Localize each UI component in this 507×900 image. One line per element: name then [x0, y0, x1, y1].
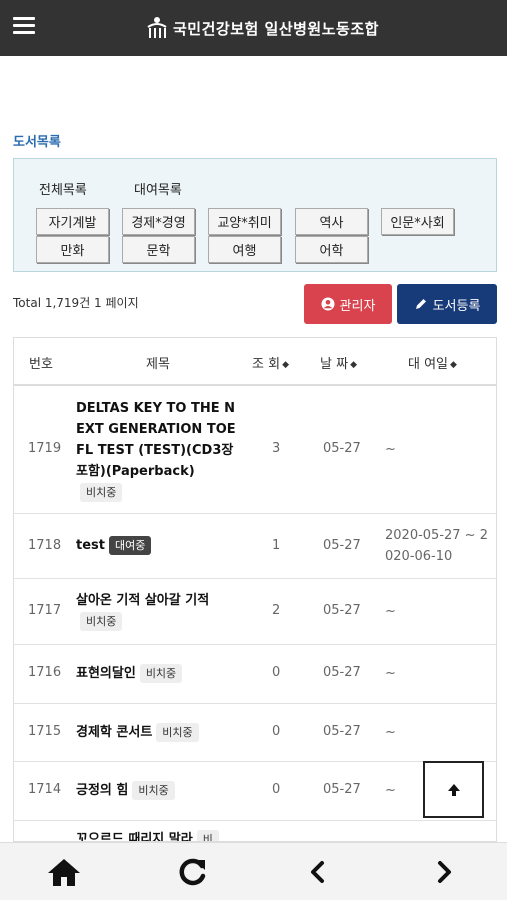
row-views: 2 — [272, 603, 281, 618]
app-header: 국민건강보험 일산병원노동조합 — [0, 0, 507, 56]
category-panel: 전체목록 대여목록 자기계발 경제*경영 교양*취미 역사 인문*사회 만화 문… — [13, 158, 497, 272]
table-row[interactable]: 1716 표현의달인 비치중 0 05-27 ~ — [14, 645, 496, 704]
category-button-humanities-society[interactable]: 인문*사회 — [381, 208, 454, 235]
tab-all-list[interactable]: 전체목록 — [39, 179, 87, 198]
header-title: 제목 — [146, 357, 170, 372]
category-button-language[interactable]: 어학 — [295, 236, 368, 263]
user-circle-icon — [321, 297, 335, 311]
category-button-culture-hobby[interactable]: 교양*취미 — [208, 208, 281, 235]
category-button-literature[interactable]: 문학 — [122, 236, 195, 263]
header-views[interactable]: 조 회 ◆ — [252, 353, 289, 372]
status-badge: 비치중 — [156, 723, 199, 742]
bottom-navigation — [0, 842, 507, 900]
row-loan-date: ~ — [385, 604, 396, 619]
sort-icon: ◆ — [450, 360, 457, 370]
row-date: 05-27 — [323, 538, 361, 553]
table-row[interactable]: 1715 경제학 콘서트 비치중 0 05-27 ~ — [14, 704, 496, 762]
row-views: 0 — [272, 724, 281, 739]
register-button-label: 도서등록 — [432, 298, 481, 314]
status-badge: 비치중 — [80, 612, 123, 631]
row-number: 1715 — [28, 724, 62, 739]
table-header: 번호 제목 조 회 ◆ 날 짜 ◆ 대 여일 ◆ — [14, 338, 496, 386]
refresh-button[interactable] — [172, 855, 212, 889]
book-title-link[interactable]: 경제학 콘서트 비치중 — [76, 722, 236, 743]
header-loan-date[interactable]: 대 여일 ◆ — [408, 353, 457, 372]
book-title-link[interactable]: 표현의달인 비치중 — [76, 663, 236, 684]
row-views: 0 — [272, 782, 281, 797]
header-date[interactable]: 날 짜 ◆ — [320, 353, 357, 372]
home-icon — [48, 859, 80, 886]
forward-icon — [438, 861, 451, 883]
row-date: 05-27 — [323, 782, 361, 797]
table-row[interactable]: 1719 DELTAS KEY TO THE N EXT GENERATION … — [14, 386, 496, 514]
row-views: 0 — [272, 665, 281, 680]
category-button-comics[interactable]: 만화 — [36, 236, 109, 263]
header-loan-label: 대 여일 — [408, 357, 449, 372]
sort-icon: ◆ — [282, 360, 289, 370]
header-date-label: 날 짜 — [320, 357, 349, 372]
book-title: DELTAS KEY TO THE N EXT GENERATION TOE F… — [76, 401, 236, 479]
forward-button[interactable] — [424, 855, 464, 889]
row-date: 05-27 — [323, 603, 361, 618]
table-row[interactable]: 꼬으르드 때리지 말라 비 — [14, 821, 496, 842]
scroll-to-top-button[interactable] — [423, 761, 484, 818]
app-title: 국민건강보험 일산병원노동조합 — [173, 19, 379, 38]
table-row[interactable]: 1717 살아온 기적 살아갈 기적비치중 2 05-27 ~ — [14, 579, 496, 645]
header-number: 번호 — [29, 357, 53, 372]
row-number: 1714 — [28, 782, 62, 797]
union-logo[interactable]: 국민건강보험 일산병원노동조합 — [145, 14, 379, 42]
table-row[interactable]: 1718 test 대여중 1 05-27 2020-05-27 ~ 2020-0… — [14, 514, 496, 579]
category-button-economy-business[interactable]: 경제*경영 — [122, 208, 195, 235]
book-title: test — [76, 538, 105, 553]
row-number: 1718 — [28, 538, 62, 553]
pencil-icon — [415, 299, 426, 309]
row-number: 1716 — [28, 665, 62, 680]
refresh-icon — [179, 858, 206, 886]
row-loan-date: 2020-05-27 ~ 2020-06-10 — [385, 528, 488, 564]
row-number: 1717 — [28, 603, 62, 618]
row-loan-date: ~ — [385, 666, 396, 681]
row-date: 05-27 — [323, 665, 361, 680]
row-loan-date: ~ — [385, 725, 396, 740]
status-badge: 비치중 — [80, 483, 123, 502]
category-button-history[interactable]: 역사 — [295, 208, 368, 235]
book-title: 경제학 콘서트 — [76, 725, 153, 740]
book-title-link[interactable]: 긍정의 힘 비치중 — [76, 780, 236, 801]
back-button[interactable] — [298, 855, 338, 889]
book-title-link[interactable]: 꼬으르드 때리지 말라 비 — [76, 829, 276, 842]
register-book-button[interactable]: 도서등록 — [397, 284, 497, 324]
status-badge: 비치중 — [132, 781, 175, 800]
union-logo-icon — [147, 17, 167, 38]
arrow-up-icon — [447, 783, 460, 796]
status-badge: 비치중 — [139, 664, 183, 683]
category-button-self-development[interactable]: 자기계발 — [36, 208, 109, 235]
row-loan-date: ~ — [385, 442, 396, 457]
book-title: 꼬으르드 때리지 말라 — [76, 832, 193, 842]
row-number: 1719 — [28, 441, 62, 456]
admin-button[interactable]: 관리자 — [304, 284, 392, 324]
book-title-link[interactable]: DELTAS KEY TO THE N EXT GENERATION TOE F… — [76, 398, 236, 503]
row-views: 3 — [272, 441, 281, 456]
row-date: 05-27 — [323, 441, 361, 456]
page-title: 도서목록 — [13, 135, 61, 150]
tab-rental-list[interactable]: 대여목록 — [134, 179, 182, 198]
home-button[interactable] — [44, 855, 84, 889]
header-views-label: 조 회 — [252, 357, 281, 372]
category-button-travel[interactable]: 여행 — [208, 236, 281, 263]
book-title: 살아온 기적 살아갈 기적 — [76, 593, 210, 608]
hamburger-menu-icon[interactable] — [13, 17, 35, 35]
book-title: 긍정의 힘 — [76, 783, 129, 798]
status-badge: 비 — [196, 830, 219, 841]
total-count: Total 1,719건 1 페이지 — [13, 296, 139, 310]
book-title: 표현의달인 — [76, 666, 136, 681]
admin-button-label: 관리자 — [339, 298, 376, 314]
sort-icon: ◆ — [350, 360, 357, 370]
row-views: 1 — [272, 538, 281, 553]
back-icon — [311, 861, 324, 883]
book-title-link[interactable]: 살아온 기적 살아갈 기적비치중 — [76, 590, 236, 632]
book-title-link[interactable]: test 대여중 — [76, 535, 236, 556]
status-badge: 대여중 — [108, 536, 152, 555]
row-date: 05-27 — [323, 724, 361, 739]
